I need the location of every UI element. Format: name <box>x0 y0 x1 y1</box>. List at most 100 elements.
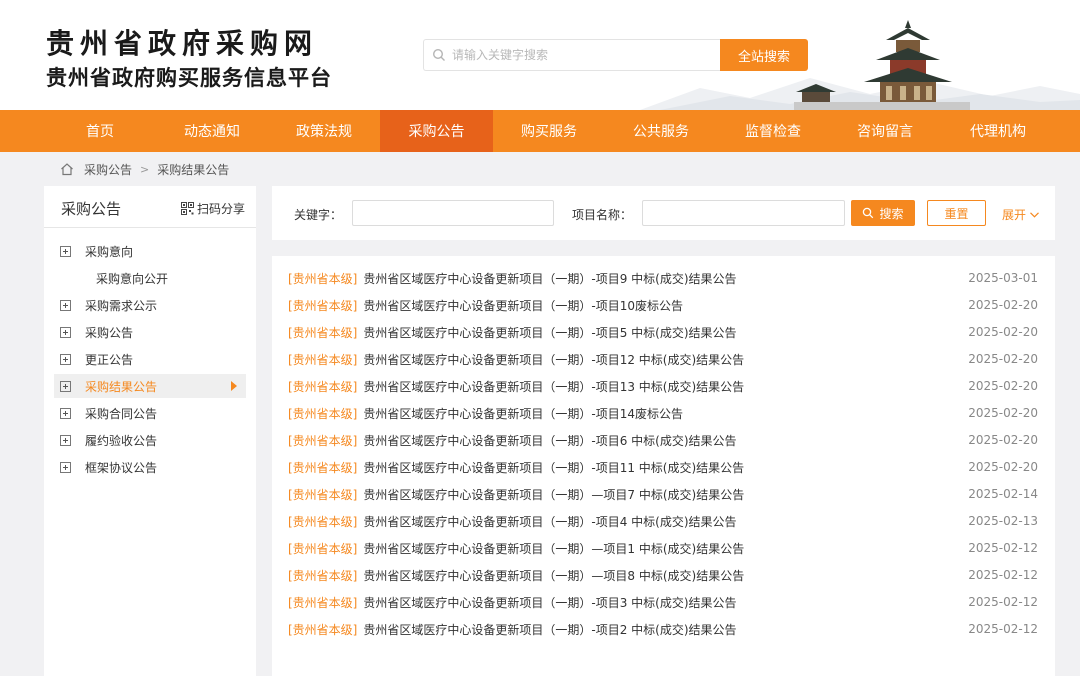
nav-item-procurement-notice[interactable]: 采购公告 <box>380 110 493 152</box>
list-item[interactable]: [贵州省本级] 贵州省区域医疗中心设备更新项目（一期）-项目3 中标(成交)结果… <box>288 592 1038 612</box>
notice-date: 2025-02-14 <box>968 487 1038 501</box>
list-item[interactable]: [贵州省本级] 贵州省区域医疗中心设备更新项目（一期）-项目2 中标(成交)结果… <box>288 619 1038 639</box>
notice-title-link[interactable]: 贵州省区域医疗中心设备更新项目（一期）-项目4 中标(成交)结果公告 <box>363 513 736 530</box>
search-icon <box>863 207 874 219</box>
notice-title-link[interactable]: 贵州省区域医疗中心设备更新项目（一期）-项目10废标公告 <box>363 297 683 314</box>
keyword-label: 关键字： <box>294 208 343 222</box>
sidebar-item-label: 更正公告 <box>85 352 134 367</box>
sidebar-subitem-intent-public[interactable]: 采购意向公开 <box>54 266 246 290</box>
sidebar-item-label: 采购需求公示 <box>85 298 158 313</box>
region-tag: [贵州省本级] <box>288 541 358 556</box>
notice-title-link[interactable]: 贵州省区域医疗中心设备更新项目（一期）-项目3 中标(成交)结果公告 <box>363 594 736 611</box>
plus-box-icon[interactable] <box>60 434 71 446</box>
notice-title-link[interactable]: 贵州省区域医疗中心设备更新项目（一期）-项目2 中标(成交)结果公告 <box>363 621 736 638</box>
nav-item-news[interactable]: 动态通知 <box>156 110 268 152</box>
region-tag: [贵州省本级] <box>288 514 358 529</box>
sidebar-item-procurement-notice[interactable]: 采购公告 <box>54 320 246 344</box>
filter-search-label: 搜索 <box>879 206 904 221</box>
filter-reset-button[interactable]: 重置 <box>927 200 986 226</box>
notice-title-link[interactable]: 贵州省区域医疗中心设备更新项目（一期）-项目12 中标(成交)结果公告 <box>363 351 744 368</box>
notice-title-link[interactable]: 贵州省区域医疗中心设备更新项目（一期）-项目13 中标(成交)结果公告 <box>363 378 744 395</box>
sidebar-item-label: 履约验收公告 <box>85 433 158 448</box>
plus-box-icon[interactable] <box>60 245 71 257</box>
sidebar: 采购公告 扫码分享 采购意向 采购意向公开 采购需求公示 采购公告 更正公告 采… <box>44 186 256 676</box>
notice-title-link[interactable]: 贵州省区域医疗中心设备更新项目（一期）-项目9 中标(成交)结果公告 <box>363 270 736 287</box>
home-icon[interactable] <box>60 162 74 176</box>
region-tag: [贵州省本级] <box>288 460 358 475</box>
nav-item-policy[interactable]: 政策法规 <box>268 110 380 152</box>
sidebar-item-framework[interactable]: 框架协议公告 <box>54 455 246 479</box>
result-list: [贵州省本级] 贵州省区域医疗中心设备更新项目（一期）-项目9 中标(成交)结果… <box>272 256 1055 676</box>
sidebar-item-acceptance[interactable]: 履约验收公告 <box>54 428 246 452</box>
region-tag: [贵州省本级] <box>288 379 358 394</box>
filter-search-button[interactable]: 搜索 <box>851 200 915 226</box>
list-item[interactable]: [贵州省本级] 贵州省区域医疗中心设备更新项目（一期）—项目8 中标(成交)结果… <box>288 565 1038 585</box>
nav-item-public-service[interactable]: 公共服务 <box>605 110 717 152</box>
filter-expand-toggle[interactable]: 展开 <box>1002 206 1039 223</box>
sidebar-item-label: 采购意向 <box>85 244 134 259</box>
notice-title-link[interactable]: 贵州省区域医疗中心设备更新项目（一期）-项目6 中标(成交)结果公告 <box>363 432 736 449</box>
notice-date: 2025-02-20 <box>968 406 1038 420</box>
sidebar-item-result[interactable]: 采购结果公告 <box>54 374 246 398</box>
site-header: 贵州省政府采购网 贵州省政府购买服务信息平台 全站搜索 <box>0 0 1080 110</box>
site-title[interactable]: 贵州省政府采购网 <box>46 22 318 62</box>
notice-title-link[interactable]: 贵州省区域医疗中心设备更新项目（一期）-项目11 中标(成交)结果公告 <box>363 459 744 476</box>
list-item[interactable]: [贵州省本级] 贵州省区域医疗中心设备更新项目（一期）-项目6 中标(成交)结果… <box>288 430 1038 450</box>
list-item[interactable]: [贵州省本级] 贵州省区域医疗中心设备更新项目（一期）-项目5 中标(成交)结果… <box>288 322 1038 342</box>
region-tag: [贵州省本级] <box>288 568 358 583</box>
nav-item-consult[interactable]: 咨询留言 <box>829 110 941 152</box>
search-icon <box>432 48 445 61</box>
project-name-input[interactable] <box>642 200 845 226</box>
list-item[interactable]: [贵州省本级] 贵州省区域医疗中心设备更新项目（一期）-项目11 中标(成交)结… <box>288 457 1038 477</box>
notice-date: 2025-03-01 <box>968 271 1038 285</box>
sidebar-header: 采购公告 扫码分享 <box>44 186 256 228</box>
list-item[interactable]: [贵州省本级] 贵州省区域医疗中心设备更新项目（一期）-项目10废标公告 202… <box>288 295 1038 315</box>
plus-box-icon[interactable] <box>60 461 71 473</box>
list-item[interactable]: [贵州省本级] 贵州省区域医疗中心设备更新项目（一期）—项目7 中标(成交)结果… <box>288 484 1038 504</box>
site-subtitle[interactable]: 贵州省政府购买服务信息平台 <box>46 62 332 92</box>
list-item[interactable]: [贵州省本级] 贵州省区域医疗中心设备更新项目（一期）—项目1 中标(成交)结果… <box>288 538 1038 558</box>
qr-share-button[interactable]: 扫码分享 <box>181 200 245 217</box>
sidebar-item-label: 采购意向公开 <box>96 271 169 286</box>
sidebar-item-demand[interactable]: 采购需求公示 <box>54 293 246 317</box>
caret-right-icon <box>231 381 237 391</box>
list-item[interactable]: [贵州省本级] 贵州省区域医疗中心设备更新项目（一期）-项目12 中标(成交)结… <box>288 349 1038 369</box>
plus-box-icon[interactable] <box>60 326 71 338</box>
list-item[interactable]: [贵州省本级] 贵州省区域医疗中心设备更新项目（一期）-项目13 中标(成交)结… <box>288 376 1038 396</box>
nav-item-agency[interactable]: 代理机构 <box>941 110 1055 152</box>
nav-item-purchase-service[interactable]: 购买服务 <box>493 110 605 152</box>
list-item[interactable]: [贵州省本级] 贵州省区域医疗中心设备更新项目（一期）-项目9 中标(成交)结果… <box>288 268 1038 288</box>
sidebar-item-contract[interactable]: 采购合同公告 <box>54 401 246 425</box>
notice-date: 2025-02-12 <box>968 622 1038 636</box>
sidebar-title: 采购公告 <box>61 200 122 218</box>
breadcrumb-item-procurement-notice[interactable]: 采购公告 <box>84 161 132 178</box>
notice-date: 2025-02-12 <box>968 595 1038 609</box>
breadcrumb-item-result-notice[interactable]: 采购结果公告 <box>157 161 229 178</box>
keyword-input[interactable] <box>352 200 554 226</box>
list-item[interactable]: [贵州省本级] 贵州省区域医疗中心设备更新项目（一期）-项目14废标公告 202… <box>288 403 1038 423</box>
filter-expand-label: 展开 <box>1002 208 1027 222</box>
project-name-label: 项目名称： <box>572 208 633 222</box>
notice-date: 2025-02-20 <box>968 433 1038 447</box>
notice-title-link[interactable]: 贵州省区域医疗中心设备更新项目（一期）-项目14废标公告 <box>363 405 683 422</box>
notice-title-link[interactable]: 贵州省区域医疗中心设备更新项目（一期）-项目5 中标(成交)结果公告 <box>363 324 736 341</box>
notice-title-link[interactable]: 贵州省区域医疗中心设备更新项目（一期）—项目8 中标(成交)结果公告 <box>363 567 744 584</box>
region-tag: [贵州省本级] <box>288 622 358 637</box>
sidebar-item-correction[interactable]: 更正公告 <box>54 347 246 371</box>
plus-box-icon[interactable] <box>60 353 71 365</box>
nav-item-home[interactable]: 首页 <box>44 110 156 152</box>
plus-box-icon[interactable] <box>60 380 71 392</box>
plus-box-icon[interactable] <box>60 407 71 419</box>
sidebar-item-intent[interactable]: 采购意向 <box>54 239 246 263</box>
notice-date: 2025-02-20 <box>968 460 1038 474</box>
notice-title-link[interactable]: 贵州省区域医疗中心设备更新项目（一期）—项目7 中标(成交)结果公告 <box>363 486 744 503</box>
notice-title-link[interactable]: 贵州省区域医疗中心设备更新项目（一期）—项目1 中标(成交)结果公告 <box>363 540 744 557</box>
nav-item-supervision[interactable]: 监督检查 <box>717 110 829 152</box>
pagoda-illustration <box>794 20 970 110</box>
list-item[interactable]: [贵州省本级] 贵州省区域医疗中心设备更新项目（一期）-项目4 中标(成交)结果… <box>288 511 1038 531</box>
notice-date: 2025-02-12 <box>968 541 1038 555</box>
filter-panel: 关键字： 项目名称： 搜索 重置 展开 <box>272 186 1055 240</box>
notice-date: 2025-02-12 <box>968 568 1038 582</box>
plus-box-icon[interactable] <box>60 299 71 311</box>
sidebar-item-label: 采购合同公告 <box>85 406 158 421</box>
